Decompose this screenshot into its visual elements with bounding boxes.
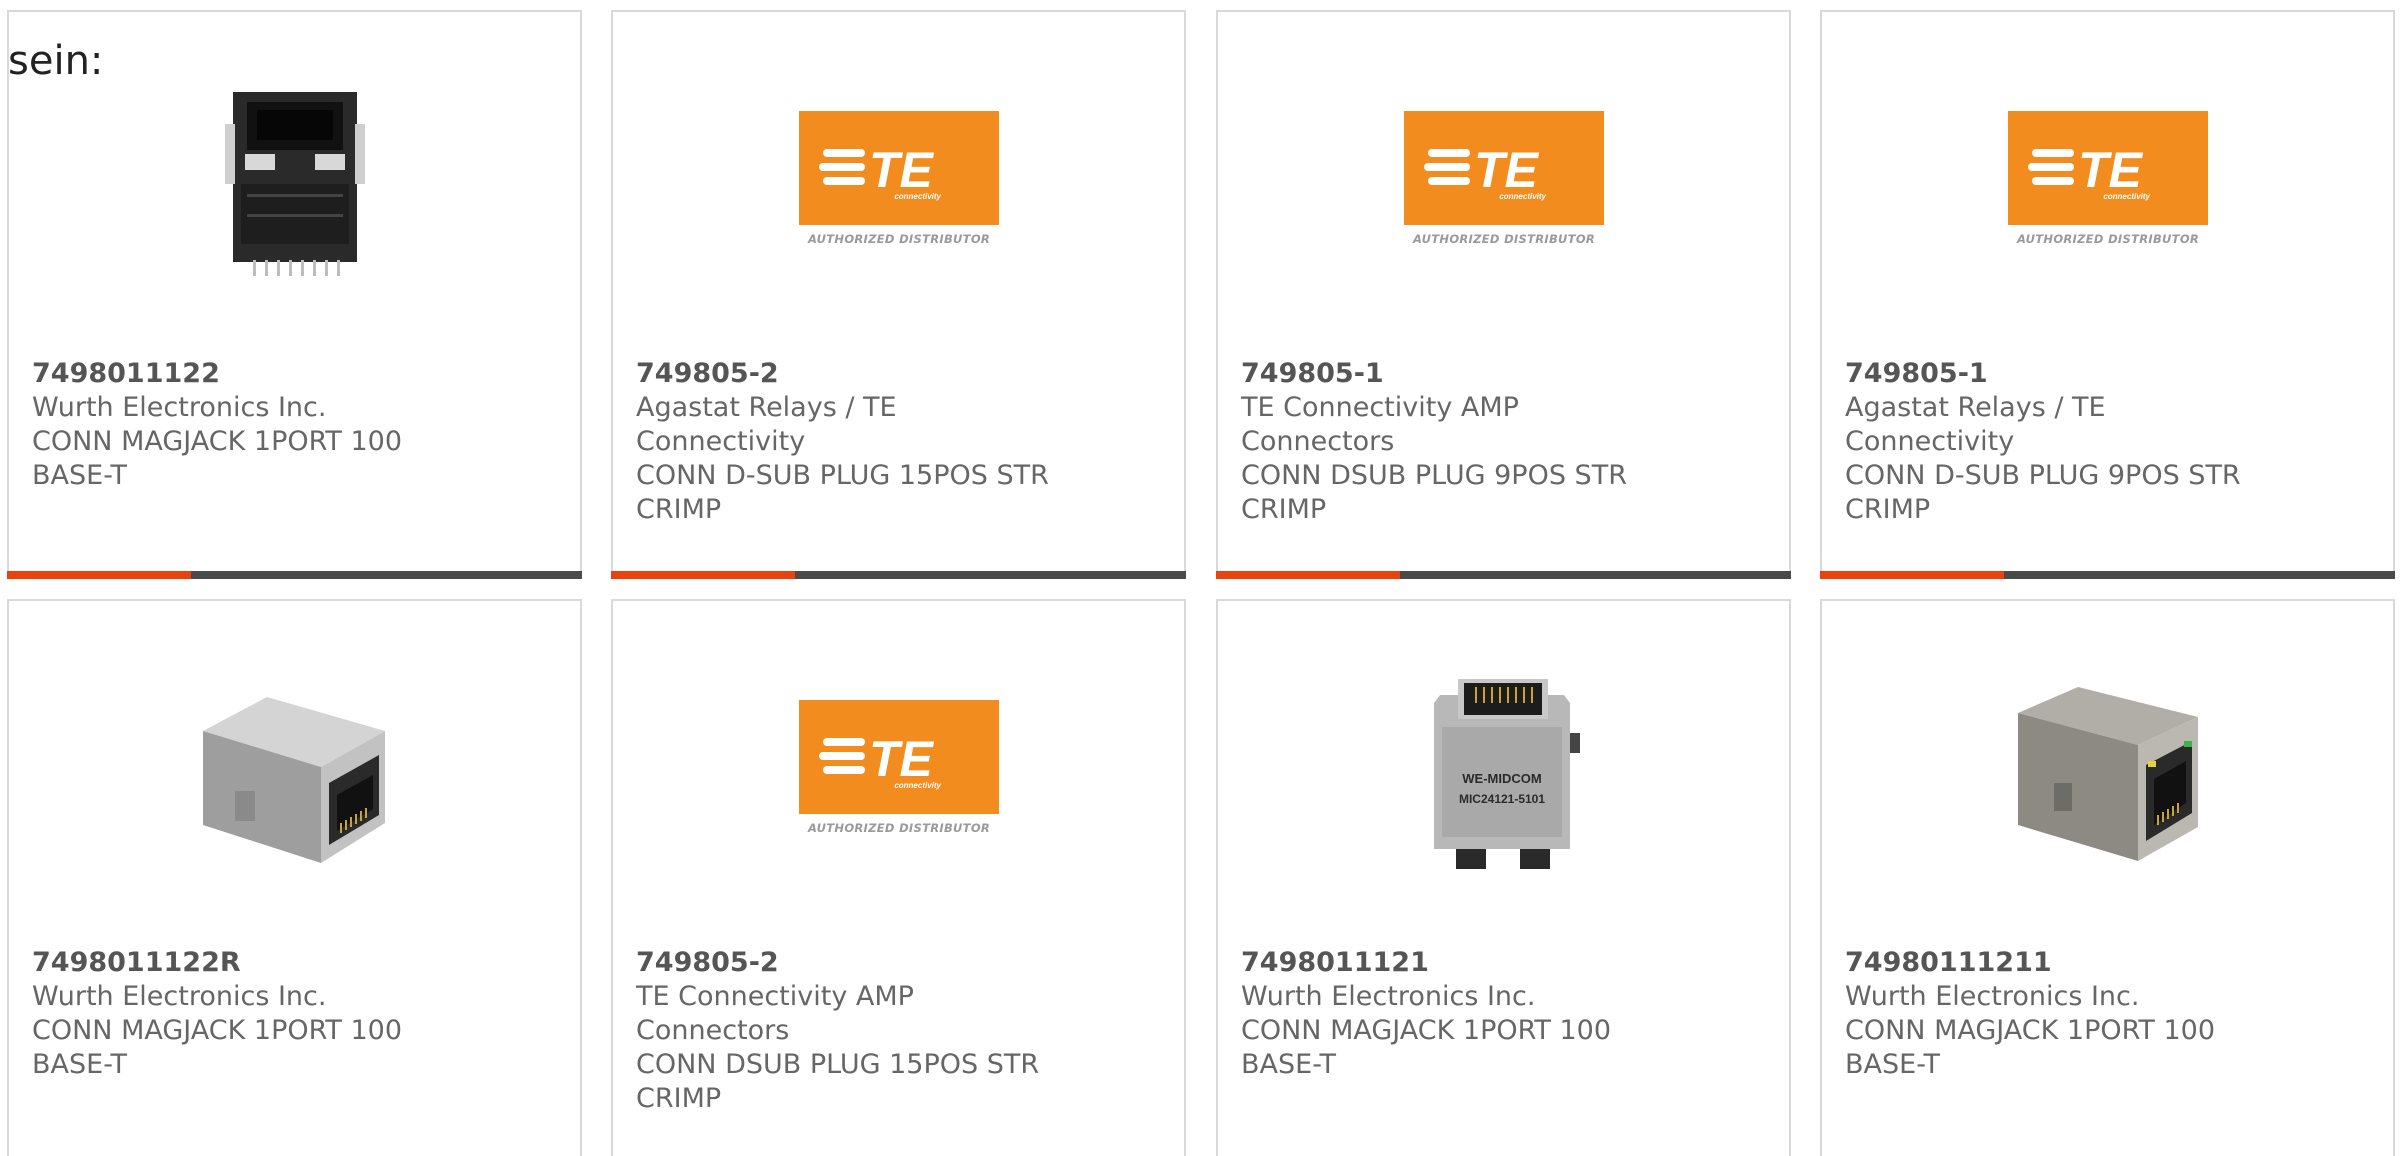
manufacturer: TE Connectivity AMP Connectors (636, 981, 914, 1046)
te-logo-sub: connectivity (894, 781, 941, 790)
product-image[interactable] (195, 673, 395, 873)
manufacturer: TE Connectivity AMP Connectors (1241, 392, 1519, 457)
te-logo-brand: TE (869, 731, 935, 787)
manufacturer: Wurth Electronics Inc. (32, 392, 327, 423)
product-card[interactable]: WE-MIDCOM MIC24121-5101 7498011121 Wurth… (1216, 599, 1791, 1156)
rj45-jack-angled-led-image (2008, 673, 2208, 873)
product-card[interactable]: 7498011122 Wurth Electronics Inc. CONN M… (7, 10, 582, 579)
te-logo: TE connectivity AUTHORIZED DISTRIBUTOR (2008, 111, 2208, 257)
part-number[interactable]: 74980111211 (1845, 946, 2275, 980)
te-logo-badge: TE connectivity (1404, 111, 1604, 225)
te-logo-sub: connectivity (1499, 192, 1546, 201)
te-logo: TE connectivity AUTHORIZED DISTRIBUTOR (799, 700, 999, 846)
te-logo-distributor: AUTHORIZED DISTRIBUTOR (807, 232, 991, 246)
product-image[interactable] (195, 84, 395, 284)
card-bar-accent (611, 571, 795, 579)
description: CONN D-SUB PLUG 9POS STR CRIMP (1845, 460, 2241, 525)
card-bar (7, 571, 582, 579)
te-logo-distributor: AUTHORIZED DISTRIBUTOR (1412, 232, 1596, 246)
te-logo-distributor: AUTHORIZED DISTRIBUTOR (807, 821, 991, 835)
card-bar-accent (1820, 571, 2004, 579)
product-image[interactable]: WE-MIDCOM MIC24121-5101 (1404, 673, 1604, 873)
part-number[interactable]: 749805-2 (636, 357, 1066, 391)
description: CONN MAGJACK 1PORT 100 BASE-T (32, 1015, 403, 1080)
te-logo-distributor: AUTHORIZED DISTRIBUTOR (2016, 232, 2200, 246)
manufacturer: Agastat Relays / TE Connectivity (636, 392, 897, 457)
manufacturer: Agastat Relays / TE Connectivity (1845, 392, 2106, 457)
product-image[interactable]: TE connectivity AUTHORIZED DISTRIBUTOR (799, 84, 999, 284)
product-card[interactable]: TE connectivity AUTHORIZED DISTRIBUTOR 7… (1820, 10, 2395, 579)
image-label-1: WE-MIDCOM (1462, 771, 1541, 786)
part-number[interactable]: 749805-1 (1241, 357, 1671, 391)
product-image[interactable] (2008, 673, 2208, 873)
manufacturer: Wurth Electronics Inc. (1241, 981, 1536, 1012)
description: CONN DSUB PLUG 15POS STR CRIMP (636, 1049, 1040, 1114)
description: CONN D-SUB PLUG 15POS STR CRIMP (636, 460, 1049, 525)
te-logo-badge: TE connectivity (799, 700, 999, 814)
te-logo-badge: TE connectivity (799, 111, 999, 225)
manufacturer: Wurth Electronics Inc. (1845, 981, 2140, 1012)
product-card[interactable]: TE connectivity AUTHORIZED DISTRIBUTOR 7… (1216, 10, 1791, 579)
te-logo: TE connectivity AUTHORIZED DISTRIBUTOR (1404, 111, 1604, 257)
rj45-jack-front-black-image (195, 84, 395, 284)
product-image[interactable]: TE connectivity AUTHORIZED DISTRIBUTOR (799, 673, 999, 873)
card-bar (1820, 571, 2395, 579)
product-image[interactable]: TE connectivity AUTHORIZED DISTRIBUTOR (2008, 84, 2208, 284)
te-logo-sub: connectivity (2103, 192, 2150, 201)
te-logo-brand: TE (869, 142, 935, 198)
part-number[interactable]: 7498011121 (1241, 946, 1671, 980)
rj45-jack-angled-image (195, 673, 395, 873)
image-label-2: MIC24121-5101 (1459, 792, 1545, 806)
card-bar (611, 571, 1186, 579)
te-logo-brand: TE (1474, 142, 1540, 198)
product-card[interactable]: TE connectivity AUTHORIZED DISTRIBUTOR 7… (611, 10, 1186, 579)
te-logo: TE connectivity AUTHORIZED DISTRIBUTOR (799, 111, 999, 257)
product-card[interactable]: TE connectivity AUTHORIZED DISTRIBUTOR 7… (611, 599, 1186, 1156)
te-logo-badge: TE connectivity (2008, 111, 2208, 225)
product-card[interactable]: 74980111211 Wurth Electronics Inc. CONN … (1820, 599, 2395, 1156)
manufacturer: Wurth Electronics Inc. (32, 981, 327, 1012)
part-number[interactable]: 7498011122R (32, 946, 462, 980)
part-number[interactable]: 7498011122 (32, 357, 462, 391)
description: CONN DSUB PLUG 9POS STR CRIMP (1241, 460, 1627, 525)
description: CONN MAGJACK 1PORT 100 BASE-T (1845, 1015, 2216, 1080)
card-bar-accent (1216, 571, 1400, 579)
product-image[interactable]: TE connectivity AUTHORIZED DISTRIBUTOR (1404, 84, 1604, 284)
te-logo-sub: connectivity (894, 192, 941, 201)
description: CONN MAGJACK 1PORT 100 BASE-T (1241, 1015, 1612, 1080)
rj45-jack-we-midcom-image: WE-MIDCOM MIC24121-5101 (1404, 673, 1604, 873)
part-number[interactable]: 749805-1 (1845, 357, 2275, 391)
part-number[interactable]: 749805-2 (636, 946, 1066, 980)
card-bar-accent (7, 571, 191, 579)
intro-text: sein: (8, 38, 104, 84)
card-bar (1216, 571, 1791, 579)
te-logo-brand: TE (2078, 142, 2144, 198)
product-card[interactable]: 7498011122R Wurth Electronics Inc. CONN … (7, 599, 582, 1156)
description: CONN MAGJACK 1PORT 100 BASE-T (32, 426, 403, 491)
